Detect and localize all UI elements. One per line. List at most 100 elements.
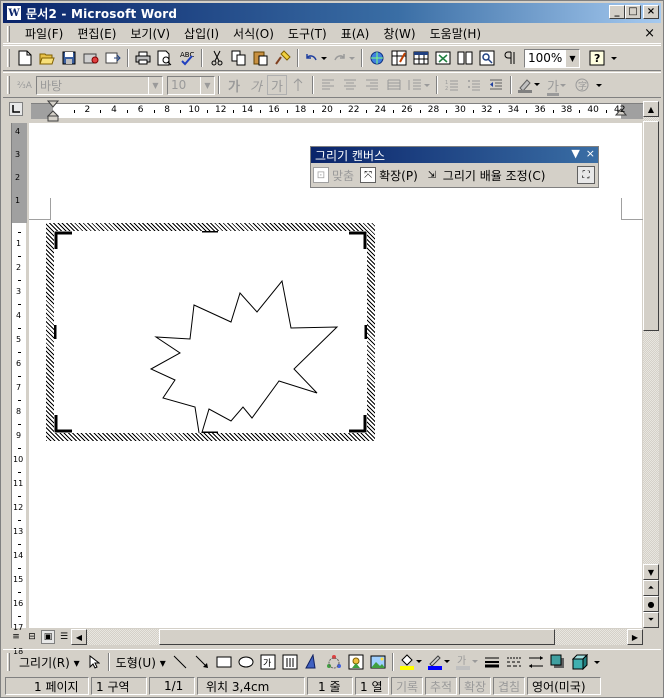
- font-name-combo[interactable]: 바탕 ▼: [36, 75, 163, 95]
- insert-picture-icon[interactable]: [367, 651, 389, 673]
- status-column[interactable]: 1 열: [355, 677, 389, 695]
- menu-table[interactable]: 표(A): [334, 25, 377, 42]
- print-preview-icon[interactable]: [154, 47, 176, 69]
- copy-icon[interactable]: [228, 47, 250, 69]
- wordart-icon[interactable]: [301, 651, 323, 673]
- menu-grip[interactable]: [7, 25, 10, 42]
- status-page[interactable]: 1 페이지: [5, 677, 89, 695]
- text-direction-icon[interactable]: [287, 74, 309, 96]
- title-bar[interactable]: W 문서2 - Microsoft Word _ □ ×: [3, 3, 661, 23]
- close-document-icon[interactable]: ×: [644, 26, 655, 41]
- font-size-combo[interactable]: 10 ▼: [167, 75, 215, 95]
- menu-view[interactable]: 보기(V): [123, 25, 177, 42]
- status-overtype[interactable]: 겹침: [493, 677, 525, 695]
- status-section[interactable]: 1 구역: [91, 677, 147, 695]
- clip-art-icon[interactable]: [345, 651, 367, 673]
- insert-excel-icon[interactable]: [432, 47, 454, 69]
- line-color-icon[interactable]: [425, 651, 453, 673]
- menu-tools[interactable]: 도구(T): [281, 25, 334, 42]
- outline-text-icon[interactable]: 가: [267, 75, 287, 95]
- chevron-down-icon[interactable]: ▼: [200, 76, 214, 94]
- normal-view-icon[interactable]: ≡: [9, 630, 23, 644]
- menu-window[interactable]: 창(W): [376, 25, 422, 42]
- explosion-shape[interactable]: [149, 279, 339, 433]
- text-wrapping-icon[interactable]: ⛶: [577, 166, 595, 184]
- scroll-up-icon[interactable]: ▲: [643, 101, 659, 117]
- arrow-tool-icon[interactable]: [191, 651, 213, 673]
- tab-selector-icon[interactable]: [9, 102, 23, 116]
- drawing-toolbar-grip[interactable]: [7, 653, 10, 671]
- distributed-align-icon[interactable]: [383, 74, 405, 96]
- italic-icon[interactable]: 가: [245, 74, 267, 96]
- formatting-toolbar-grip[interactable]: [7, 76, 10, 94]
- expand-button[interactable]: ⤧ 확장(P): [360, 167, 418, 184]
- browse-object-icon[interactable]: ●: [643, 596, 659, 612]
- next-page-icon[interactable]: ⏷: [643, 612, 659, 628]
- open-folder-icon[interactable]: [36, 47, 58, 69]
- draw-menu-button[interactable]: 그리기(R) ▾: [16, 654, 83, 671]
- toolbar-options-icon[interactable]: [591, 651, 603, 673]
- vertical-scrollbar[interactable]: ▲ ▼ ⏶ ● ⏷: [643, 101, 659, 628]
- fill-color-icon[interactable]: [397, 651, 425, 673]
- standard-toolbar-grip[interactable]: [7, 49, 10, 67]
- bold-icon[interactable]: 가: [223, 74, 245, 96]
- help-icon[interactable]: ?: [586, 47, 608, 69]
- status-track-changes[interactable]: 추적: [425, 677, 457, 695]
- font-color-draw-icon[interactable]: 가: [453, 651, 481, 673]
- styles-formatting-icon[interactable]: ⅔A: [14, 74, 36, 96]
- select-objects-icon[interactable]: [83, 651, 105, 673]
- show-hide-formatting-icon[interactable]: [498, 47, 520, 69]
- indent-marker-icon[interactable]: [47, 100, 59, 122]
- status-page-count[interactable]: 1/1: [149, 677, 195, 695]
- align-left-icon[interactable]: [317, 74, 339, 96]
- maximize-button[interactable]: □: [625, 5, 641, 19]
- status-record-macro[interactable]: 기록: [391, 677, 423, 695]
- line-style-icon[interactable]: [481, 651, 503, 673]
- menu-format[interactable]: 서식(O): [226, 25, 281, 42]
- status-extend[interactable]: 확장: [459, 677, 491, 695]
- textbox-tool-icon[interactable]: 가: [257, 651, 279, 673]
- numbering-icon[interactable]: 12: [441, 74, 463, 96]
- close-icon[interactable]: ×: [586, 147, 595, 160]
- word-app-icon[interactable]: W: [6, 5, 22, 21]
- tables-borders-icon[interactable]: [388, 47, 410, 69]
- new-document-icon[interactable]: [14, 47, 36, 69]
- dash-style-icon[interactable]: [503, 651, 525, 673]
- toolbar-options-icon[interactable]: [593, 74, 605, 96]
- insert-table-icon[interactable]: [410, 47, 432, 69]
- status-language[interactable]: 영어(미국): [527, 677, 601, 695]
- menu-help[interactable]: 도움말(H): [423, 25, 489, 42]
- vertical-scroll-thumb[interactable]: [643, 121, 659, 331]
- horizontal-ruler[interactable]: 2 4 6 8 10 12 14 16 18 20 22 24 26 28 30 32 34 36 38 40 42: [31, 100, 643, 122]
- hyperlink-globe-icon[interactable]: [366, 47, 388, 69]
- arrow-style-icon[interactable]: [525, 651, 547, 673]
- print-icon[interactable]: [132, 47, 154, 69]
- previous-page-icon[interactable]: ⏶: [643, 580, 659, 596]
- menu-edit[interactable]: 편집(E): [70, 25, 123, 42]
- oval-tool-icon[interactable]: [235, 651, 257, 673]
- scroll-right-icon[interactable]: ▶: [627, 629, 643, 645]
- scale-drawing-button[interactable]: ⇲ 그리기 배율 조정(C): [424, 167, 546, 184]
- document-map-icon[interactable]: [476, 47, 498, 69]
- web-layout-icon[interactable]: ⊟: [25, 630, 39, 644]
- align-center-icon[interactable]: [339, 74, 361, 96]
- menu-file[interactable]: 파일(F): [18, 25, 70, 42]
- close-button[interactable]: ×: [643, 5, 659, 19]
- format-painter-icon[interactable]: [272, 47, 294, 69]
- toolbar-options-icon[interactable]: ▼: [571, 147, 579, 160]
- chevron-down-icon[interactable]: ▼: [565, 49, 579, 67]
- enclosed-character-icon[interactable]: 字: [571, 74, 593, 96]
- shadow-style-icon[interactable]: [547, 651, 569, 673]
- vertical-textbox-icon[interactable]: [279, 651, 301, 673]
- fit-button[interactable]: ⊡ 맞춤: [313, 167, 354, 184]
- scroll-down-icon[interactable]: ▼: [643, 564, 659, 580]
- save-disk-icon[interactable]: [58, 47, 80, 69]
- status-line[interactable]: 1 줄: [307, 677, 353, 695]
- spelling-check-icon[interactable]: ABC: [176, 47, 198, 69]
- drawing-canvas[interactable]: [54, 231, 367, 433]
- decrease-indent-icon[interactable]: [485, 74, 507, 96]
- permission-icon[interactable]: [80, 47, 102, 69]
- align-right-icon[interactable]: [361, 74, 383, 96]
- rectangle-tool-icon[interactable]: [213, 651, 235, 673]
- drawing-canvas-frame[interactable]: [46, 223, 375, 441]
